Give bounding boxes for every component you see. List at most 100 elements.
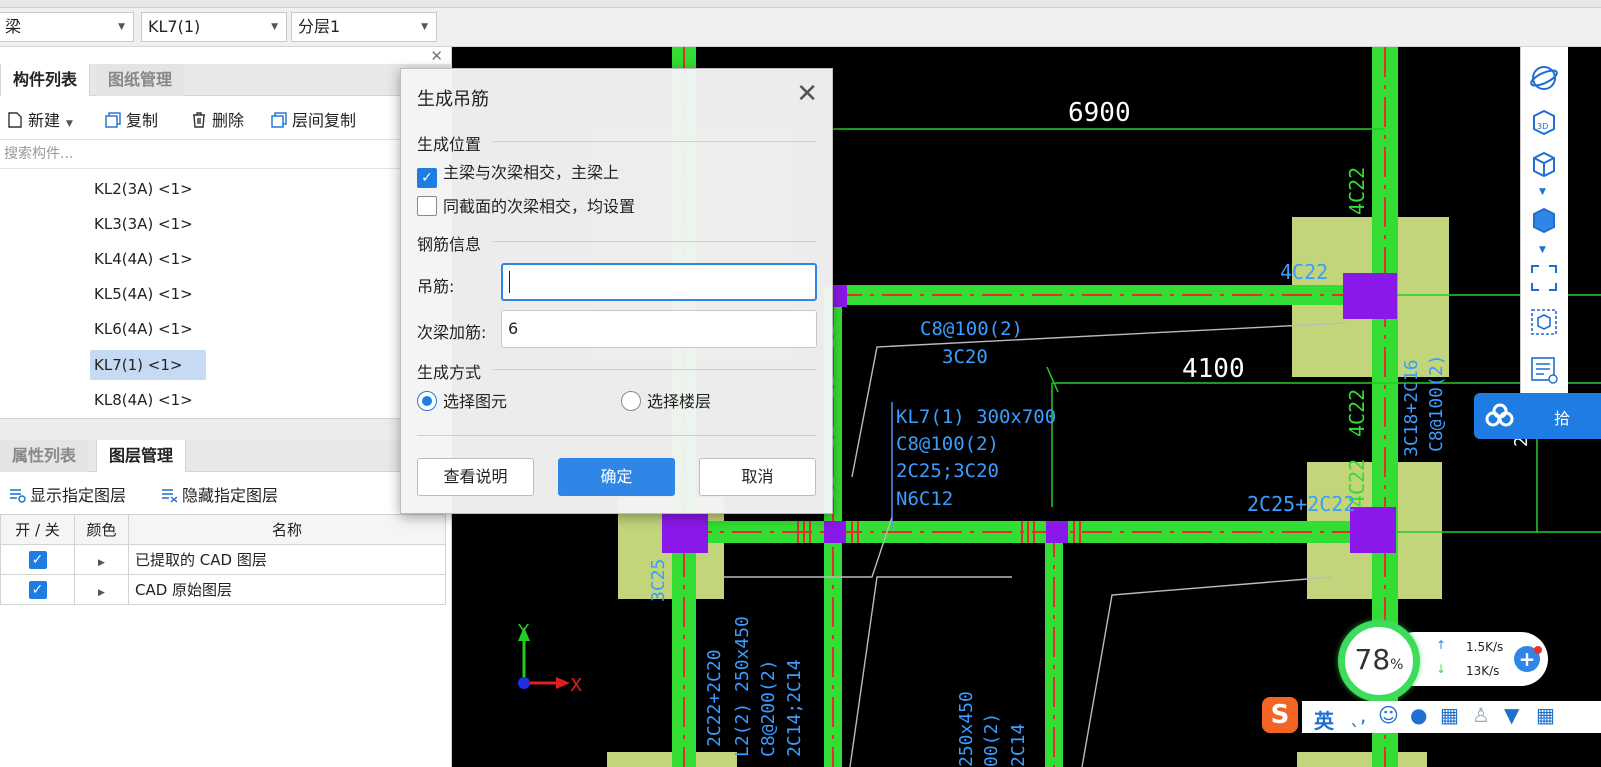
cad-text: C8@100(2) xyxy=(920,318,1023,340)
help-button[interactable]: 查看说明 xyxy=(417,458,534,496)
component-tabs: 构件列表 图纸管理 xyxy=(0,64,452,96)
generate-hanger-dialog: 生成吊筋 ✕ 生成位置 ✓ 主梁与次梁相交，主梁上 同截面的次梁相交，均设置 钢筋… xyxy=(400,68,833,514)
tree-item[interactable]: KL4(4A) <1> xyxy=(90,244,197,274)
box-view-icon[interactable] xyxy=(1529,149,1559,179)
punctuation-icon[interactable]: ˎ, xyxy=(1350,703,1366,727)
check-main-secondary[interactable]: ✓ 主梁与次梁相交，主梁上 xyxy=(417,162,620,188)
chevron-down-icon[interactable]: ▼ xyxy=(1539,187,1546,197)
expand-icon[interactable]: ▶ xyxy=(98,558,105,568)
section-method-label: 生成方式 xyxy=(417,363,482,382)
expand-icon[interactable]: ▶ xyxy=(98,588,105,598)
dialog-title: 生成吊筋 xyxy=(417,89,489,110)
panel-splitter[interactable] xyxy=(0,418,452,440)
fullscreen-icon[interactable] xyxy=(1529,263,1559,293)
col-color: 颜色 xyxy=(74,514,129,545)
select-box-icon[interactable] xyxy=(1529,307,1559,337)
col-onoff: 开 / 关 xyxy=(0,514,75,545)
chevron-down-icon: ▼ xyxy=(66,119,73,129)
component-combo[interactable]: KL7(1) ▼ xyxy=(141,12,287,42)
show-layer-label: 显示指定图层 xyxy=(30,486,127,505)
tree-item[interactable]: KL8(4A) <1> xyxy=(90,385,197,415)
copy-button[interactable]: 复制 xyxy=(104,109,158,133)
radio-select-floor[interactable]: 选择楼层 xyxy=(621,391,711,413)
component-combo-value: KL7(1) xyxy=(148,17,201,36)
toolbox-icon[interactable]: ▦ xyxy=(1536,703,1555,727)
cad-text: C8@100(2) xyxy=(896,433,999,455)
cad-text: 2C22+2C20 xyxy=(704,649,725,747)
checkbox-icon[interactable] xyxy=(417,196,437,216)
check-same-section[interactable]: 同截面的次梁相交，均设置 xyxy=(417,196,635,218)
hide-layer-button[interactable]: 隐藏指定图层 xyxy=(160,484,278,508)
cad-text: C8@100(2) xyxy=(1426,354,1447,452)
cloud-widget[interactable]: 拾 xyxy=(1474,393,1601,439)
hide-layer-label: 隐藏指定图层 xyxy=(182,486,279,505)
cad-text: 00(2) xyxy=(981,713,1002,767)
radio-selected-icon[interactable] xyxy=(417,391,437,411)
tab-component-list[interactable]: 构件列表 xyxy=(0,64,91,96)
close-icon[interactable]: ✕ xyxy=(796,81,818,107)
skin-icon[interactable]: ▼ xyxy=(1504,703,1519,727)
tree-item-selected[interactable]: KL7(1) <1> xyxy=(90,350,206,380)
tree-item[interactable]: KL5(4A) <1> xyxy=(90,279,197,309)
cad-text: 2C25;3C20 xyxy=(896,460,999,482)
cad-text: 2C25+2C22 xyxy=(1247,492,1355,516)
cad-text: 3C20 xyxy=(942,346,988,368)
keyboard-icon[interactable]: ▦ xyxy=(1440,703,1459,727)
cad-text: 4C22 xyxy=(1345,167,1369,215)
tree-item[interactable]: KL6(4A) <1> xyxy=(90,314,197,344)
cad-text: 4C22 xyxy=(1345,389,1369,437)
secondary-add-input[interactable]: 6 xyxy=(501,310,817,348)
new-file-icon xyxy=(8,112,22,128)
ok-button[interactable]: 确定 xyxy=(558,458,675,496)
tree-item[interactable]: KL2(3A) <1> xyxy=(90,174,197,204)
cloud-widget-text: 拾 xyxy=(1554,409,1571,428)
axis-x-label: X xyxy=(570,675,582,696)
network-speed-widget[interactable]: 78% ↑ 1.5K/s ↓ 13K/s + xyxy=(1338,620,1550,702)
hide-layer-icon xyxy=(162,489,178,503)
upload-speed: 1.5K/s xyxy=(1466,640,1504,654)
cad-text: C8@200(2) xyxy=(758,659,779,757)
new-button[interactable]: 新建 ▼ xyxy=(6,109,73,133)
show-layer-button[interactable]: 显示指定图层 xyxy=(8,484,126,508)
microphone-icon[interactable]: ● xyxy=(1410,703,1427,727)
check-main-secondary-label: 主梁与次梁相交，主梁上 xyxy=(443,163,620,182)
notification-dot xyxy=(1534,646,1542,654)
checkbox-checked-icon[interactable]: ✓ xyxy=(417,168,437,188)
3d-view-icon[interactable]: 3D xyxy=(1529,107,1559,137)
memory-percent-unit: % xyxy=(1390,657,1404,673)
layer-combo[interactable]: 分层1 ▼ xyxy=(291,12,437,42)
panel-close-icon[interactable]: ✕ xyxy=(430,47,443,65)
chevron-down-icon[interactable]: ▼ xyxy=(1539,245,1546,255)
ime-lang-toggle[interactable]: 英 xyxy=(1314,705,1334,734)
emoji-icon[interactable]: ☺ xyxy=(1378,703,1399,727)
cancel-button[interactable]: 取消 xyxy=(699,458,816,496)
component-tree: KL2(3A) <1> KL3(3A) <1> KL4(4A) <1> KL5(… xyxy=(0,170,452,416)
sogou-logo-icon[interactable]: S xyxy=(1262,697,1298,733)
layer-name: CAD 原始图层 xyxy=(128,574,446,605)
layer-toggle-checkbox[interactable]: ✓ xyxy=(28,581,47,599)
chevron-down-icon: ▼ xyxy=(271,22,278,32)
list-view-icon[interactable] xyxy=(1529,355,1559,385)
table-row[interactable]: ✓ ▶ CAD 原始图层 xyxy=(0,574,446,605)
tab-drawing-management[interactable]: 图纸管理 xyxy=(96,64,185,96)
table-row[interactable]: ✓ ▶ 已提取的 CAD 图层 xyxy=(0,544,446,575)
component-search-input[interactable]: 搜索构件... xyxy=(0,139,452,169)
divider xyxy=(493,369,817,370)
top-edge xyxy=(0,0,1601,8)
floor-copy-button[interactable]: 层间复制 xyxy=(270,109,356,133)
orbit-icon[interactable] xyxy=(1529,63,1559,93)
category-combo[interactable]: 梁 ▼ xyxy=(0,12,134,42)
copy-icon xyxy=(105,112,121,128)
delete-button[interactable]: 删除 xyxy=(190,109,244,133)
hanger-input[interactable] xyxy=(501,263,817,301)
tree-item[interactable]: KL3(3A) <1> xyxy=(90,209,197,239)
user-icon[interactable]: ♙ xyxy=(1472,703,1490,727)
tab-property-list[interactable]: 属性列表 xyxy=(0,440,89,472)
solid-view-icon[interactable] xyxy=(1529,205,1559,235)
ime-toolbar: S 英 ˎ, ☺ ● ▦ ♙ ▼ ▦ xyxy=(1262,695,1601,737)
component-toolbar: 新建 ▼ 复制 删除 层间复制 xyxy=(0,103,452,139)
layer-toggle-checkbox[interactable]: ✓ xyxy=(28,551,47,569)
radio-icon[interactable] xyxy=(621,391,641,411)
radio-select-element[interactable]: 选择图元 xyxy=(417,391,507,413)
tab-layer-management[interactable]: 图层管理 xyxy=(96,440,187,472)
